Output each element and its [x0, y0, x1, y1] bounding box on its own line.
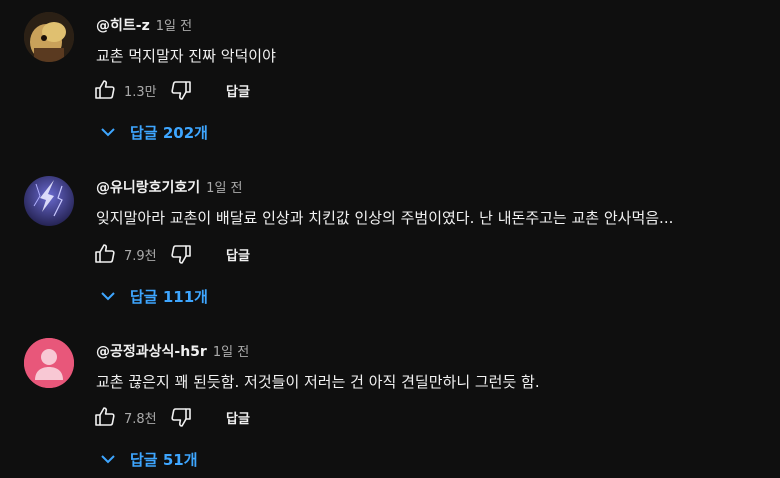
dislike-button[interactable]: [168, 404, 194, 430]
view-replies-button[interactable]: 답글 51개: [100, 445, 198, 473]
reply-button[interactable]: 답글: [226, 408, 250, 427]
comment-time[interactable]: 1일 전: [156, 19, 192, 34]
like-count: 1.3만: [124, 84, 157, 100]
reply-button[interactable]: 답글: [226, 81, 250, 100]
thumbs-down-icon: [171, 245, 191, 264]
like-count: 7.9천: [124, 248, 157, 264]
comment-time[interactable]: 1일 전: [213, 345, 249, 360]
comment-text: 교촌 끊은지 꽤 된듯함. 저것들이 저러는 건 아직 견딜만하니 그런듯 함.: [96, 373, 540, 391]
like-button[interactable]: [92, 77, 118, 103]
comment-header: @유니랑호기호기 1일 전: [96, 177, 243, 197]
comment-time[interactable]: 1일 전: [206, 181, 242, 196]
avatar[interactable]: [24, 176, 74, 226]
replies-count-label: 답글 51개: [130, 450, 198, 469]
thumbs-down-icon: [171, 408, 191, 427]
replies-count-label: 답글 111개: [130, 287, 208, 306]
comment-actions: 7.8천 답글: [92, 403, 250, 431]
avatar[interactable]: [24, 338, 74, 388]
thumbs-up-icon: [95, 244, 115, 263]
view-replies-button[interactable]: 답글 111개: [100, 282, 208, 310]
reply-button[interactable]: 답글: [226, 245, 250, 264]
thumbs-down-icon: [171, 81, 191, 100]
comment-thread: @히트-z 1일 전 교촌 먹지말자 진짜 악덕이야 1.3만 답글 답글 202…: [0, 0, 780, 160]
comment-header: @공정과상식-h5r 1일 전: [96, 341, 249, 361]
comment-actions: 7.9천 답글: [92, 240, 250, 268]
chevron-down-icon: [101, 292, 115, 301]
chevron-down-icon: [101, 128, 115, 137]
like-button[interactable]: [92, 241, 118, 267]
thumbs-up-icon: [95, 80, 115, 99]
author-name[interactable]: @히트-z: [96, 18, 150, 34]
comment-text: 교촌 먹지말자 진짜 악덕이야: [96, 47, 276, 65]
dislike-button[interactable]: [168, 241, 194, 267]
comment-thread: @유니랑호기호기 1일 전 잊지말아라 교촌이 배달료 인상과 치킨값 인상의 주…: [0, 164, 780, 324]
like-button[interactable]: [92, 404, 118, 430]
avatar-lightning-icon: [24, 176, 74, 226]
view-replies-button[interactable]: 답글 202개: [100, 118, 208, 146]
like-count: 7.8천: [124, 411, 157, 427]
thumbs-up-icon: [95, 407, 115, 426]
dislike-button[interactable]: [168, 77, 194, 103]
comment-actions: 1.3만 답글: [92, 76, 250, 104]
avatar-photo-icon: [24, 12, 74, 62]
replies-count-label: 답글 202개: [130, 123, 208, 142]
avatar[interactable]: [24, 12, 74, 62]
comment-thread: @공정과상식-h5r 1일 전 교촌 끊은지 꽤 된듯함. 저것들이 저러는 건 …: [0, 328, 780, 478]
comment-text: 잊지말아라 교촌이 배달료 인상과 치킨값 인상의 주범이였다. 난 내돈주고는…: [96, 209, 674, 227]
comment-header: @히트-z 1일 전: [96, 15, 192, 35]
author-name[interactable]: @공정과상식-h5r: [96, 344, 207, 360]
avatar-default-person-icon: [24, 338, 74, 388]
chevron-down-icon: [101, 455, 115, 464]
author-name[interactable]: @유니랑호기호기: [96, 180, 200, 196]
